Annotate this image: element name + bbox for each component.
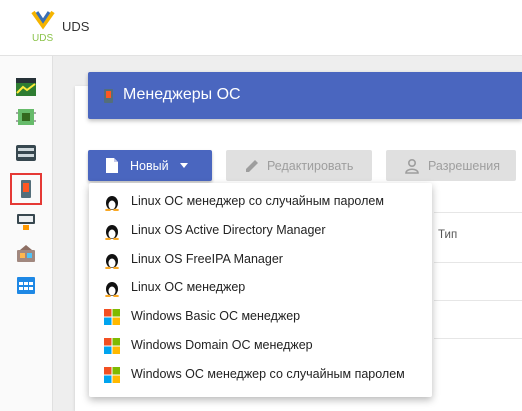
person-icon: [405, 158, 419, 174]
new-document-icon: [106, 158, 118, 173]
menu-item-windows-basic[interactable]: Windows Basic ОС менеджер: [89, 302, 432, 331]
menu-item-linux-active-directory[interactable]: Linux OS Active Directory Manager: [89, 216, 432, 245]
table-divider: [434, 338, 522, 339]
app-name: UDS: [62, 19, 90, 34]
uds-logo-icon[interactable]: UDS: [30, 10, 56, 44]
windows-logo-icon: [104, 309, 120, 325]
circuit-board-icon[interactable]: [15, 106, 37, 128]
dashboard-chart-icon[interactable]: [15, 76, 37, 98]
menu-item-label: Linux OS FreeIPA Manager: [131, 252, 283, 266]
menu-item-label: Windows Basic ОС менеджер: [131, 309, 301, 323]
menu-item-label: Windows Domain ОС менеджер: [131, 338, 313, 352]
menu-item-linux-manager[interactable]: Linux ОС менеджер: [89, 273, 432, 302]
permissions-button[interactable]: Разрешения: [386, 150, 516, 181]
new-button-label: Новый: [130, 159, 169, 173]
os-manager-icon: [21, 180, 31, 198]
menu-item-label: Linux OS Active Directory Manager: [131, 223, 326, 237]
top-bar: UDS UDS: [0, 0, 522, 56]
menu-item-windows-domain[interactable]: Windows Domain ОС менеджер: [89, 331, 432, 360]
new-button[interactable]: Новый: [88, 150, 212, 181]
linux-tux-icon: [105, 225, 119, 240]
windows-logo-icon: [104, 338, 120, 354]
sidebar: [0, 56, 53, 411]
page-header: Менеджеры ОС: [88, 72, 522, 119]
menu-item-linux-random-password[interactable]: Linux ОС менеджер со случайным паролем: [89, 187, 432, 216]
caret-down-icon: [180, 163, 188, 168]
menu-item-label: Linux ОС менеджер со случайным паролем: [131, 194, 384, 208]
menu-item-label: Linux ОС менеджер: [131, 280, 246, 294]
table-divider: [434, 212, 522, 213]
windows-logo-icon: [104, 367, 120, 383]
logo-text: UDS: [32, 33, 53, 44]
server-rack-icon[interactable]: [15, 142, 37, 164]
edit-button[interactable]: Редактировать: [226, 150, 372, 181]
linux-tux-icon: [105, 254, 119, 269]
permissions-button-label: Разрешения: [428, 159, 501, 173]
table-divider: [434, 300, 522, 301]
menu-item-windows-random-password[interactable]: Windows ОС менеджер со случайным паролем: [89, 360, 432, 389]
menu-item-label: Windows ОС менеджер со случайным паролем: [131, 367, 405, 381]
new-dropdown-menu: Linux ОС менеджер со случайным паролем L…: [89, 183, 432, 397]
linux-tux-icon: [105, 196, 119, 211]
page-title: Менеджеры ОС: [123, 86, 241, 103]
edit-button-label: Редактировать: [267, 159, 354, 173]
linux-tux-icon: [105, 282, 119, 297]
os-manager-nav-item[interactable]: [10, 173, 42, 205]
os-manager-icon: [104, 89, 113, 103]
table-divider: [434, 262, 522, 263]
pencil-icon: [246, 160, 258, 172]
network-transport-icon[interactable]: [15, 210, 37, 232]
column-header-type[interactable]: Тип: [438, 229, 457, 241]
gallery-icon[interactable]: [15, 242, 37, 264]
menu-item-linux-freeipa[interactable]: Linux OS FreeIPA Manager: [89, 245, 432, 274]
calendar-icon[interactable]: [15, 274, 37, 296]
